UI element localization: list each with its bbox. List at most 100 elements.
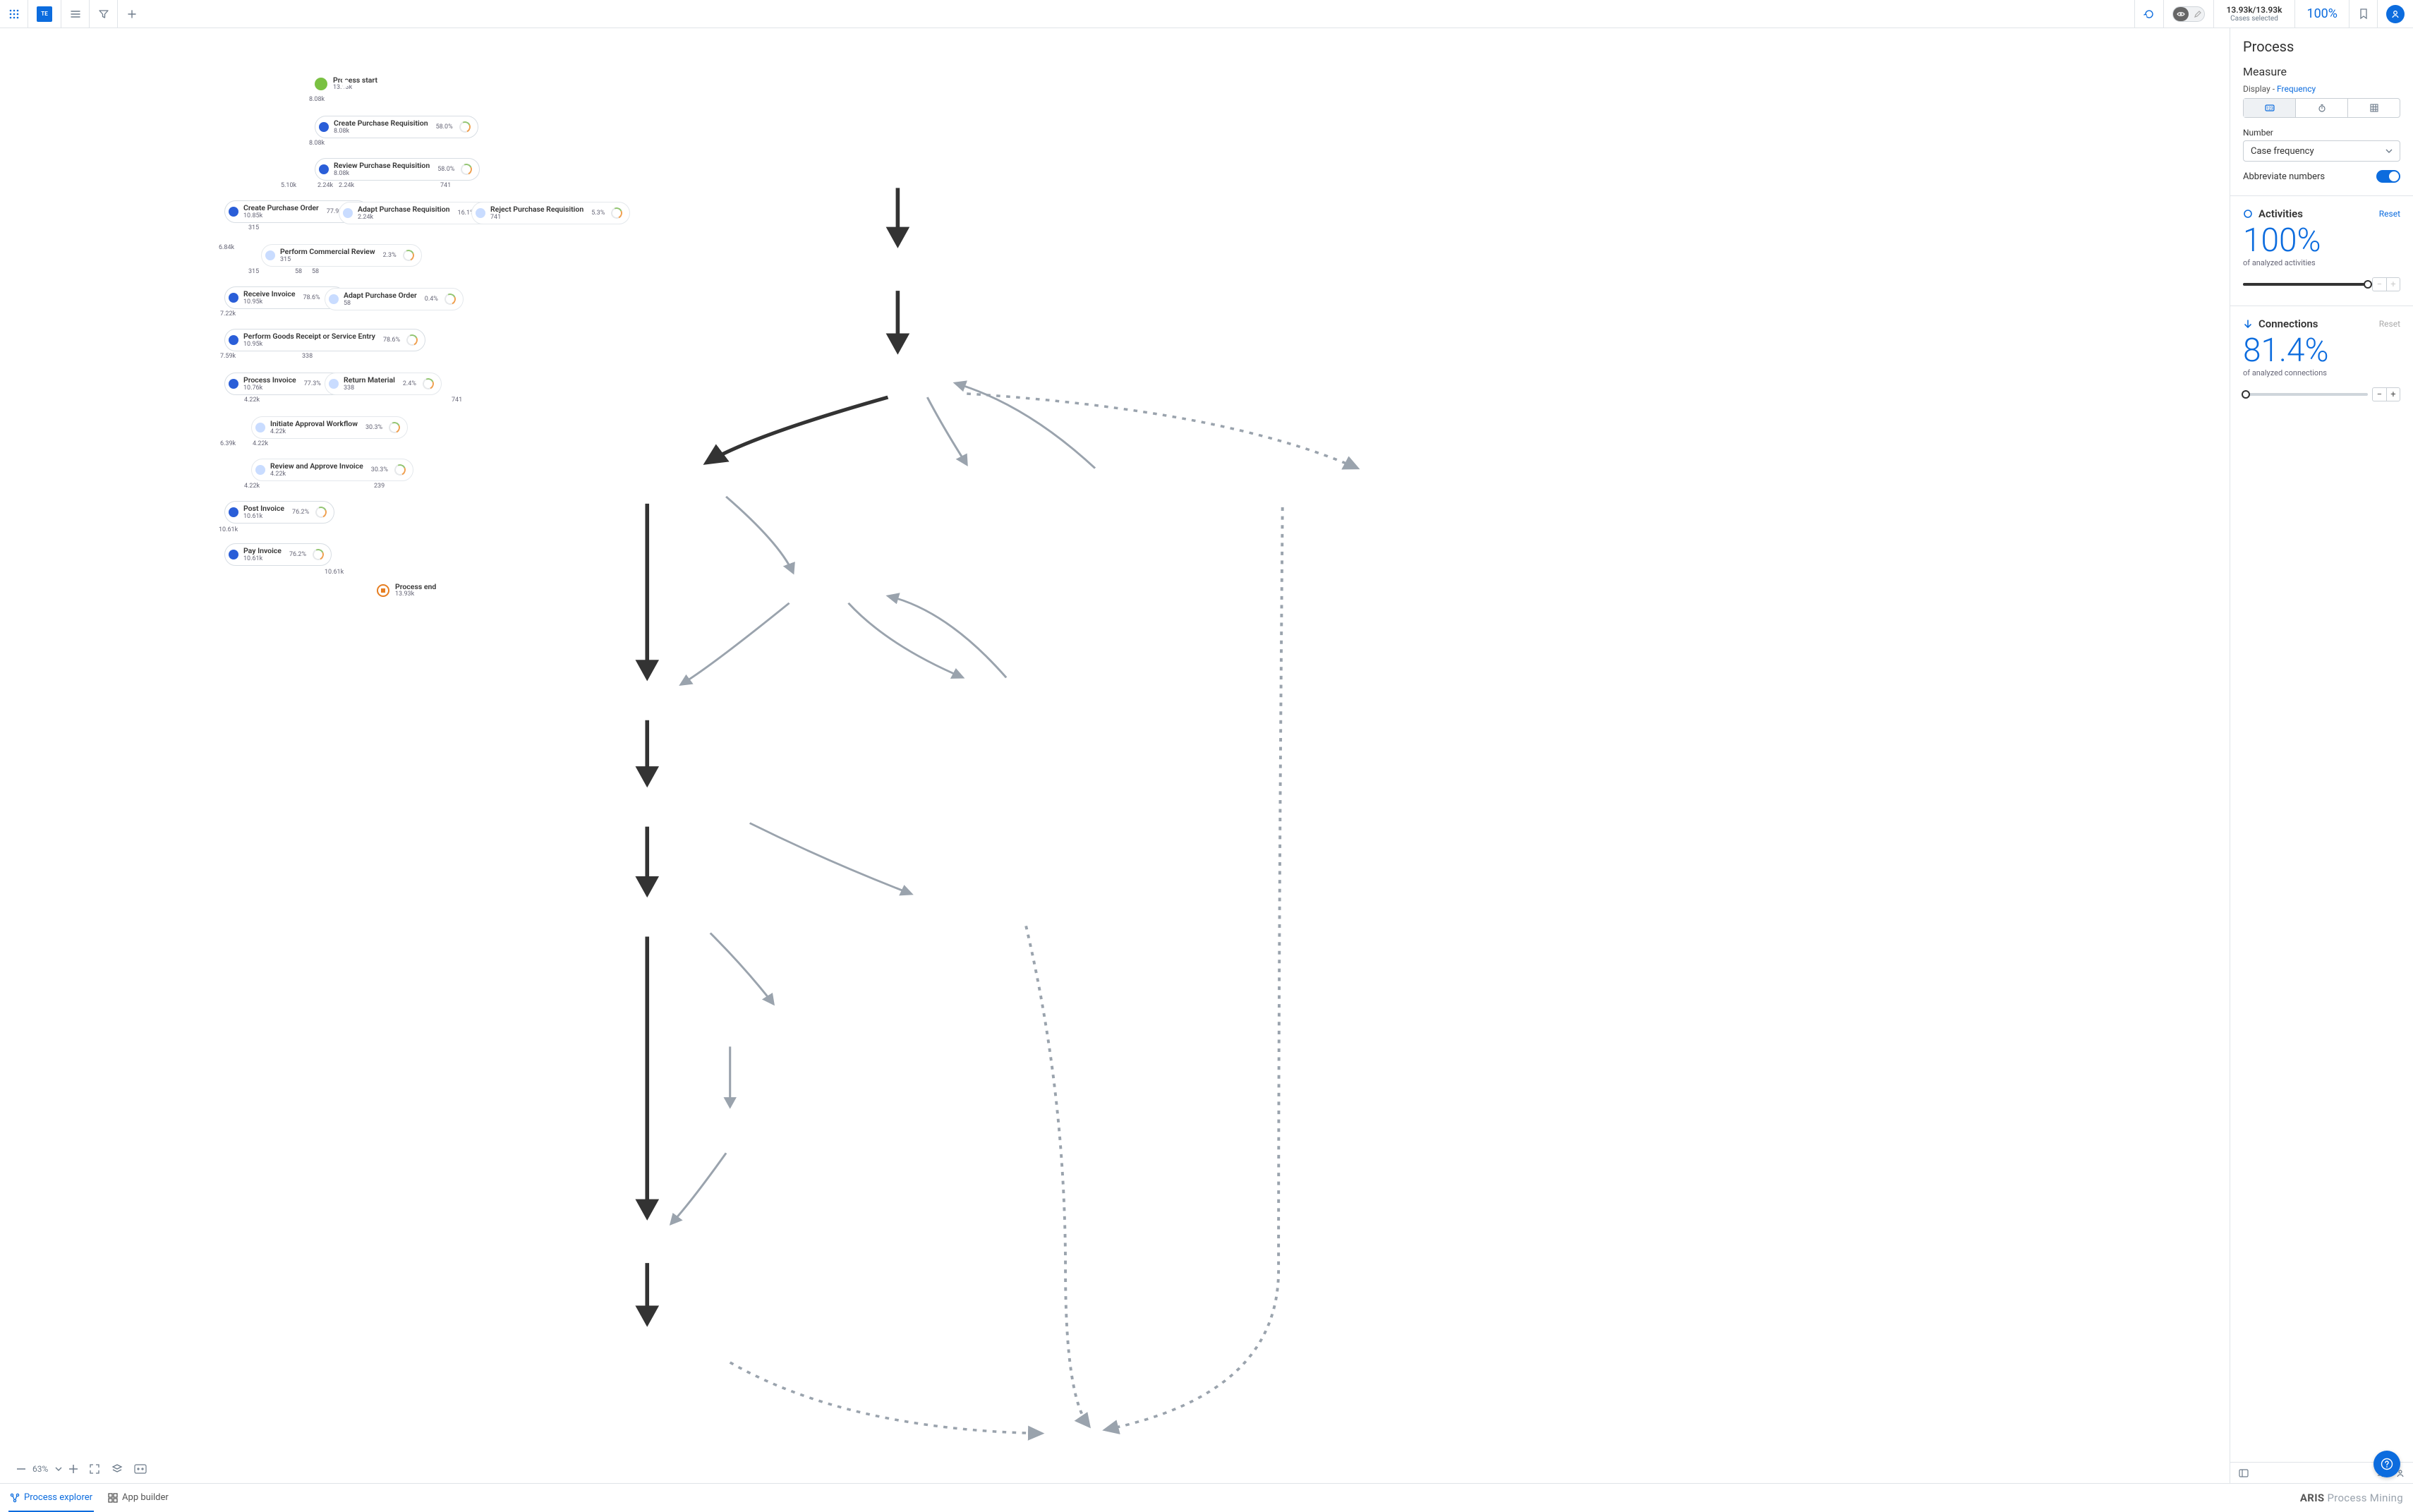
connections-slider[interactable] [2243,393,2368,396]
number-icon: 123 [2265,104,2275,111]
zoom-in-button[interactable] [69,1465,78,1473]
process-start-title: Process start [333,76,377,85]
help-fab[interactable] [2373,1451,2400,1477]
edge-label: 239 [374,483,385,490]
node-return-material[interactable]: Return Material3382.4% [325,373,442,395]
filter-icon [99,9,109,19]
measure-heading: Measure [2243,65,2400,78]
node-perf-comm[interactable]: Perform Commercial Review3152.3% [261,244,422,267]
number-select[interactable]: Case frequency [2243,140,2400,162]
seg-table[interactable] [2348,99,2400,117]
node-review-pr[interactable]: Review Purchase Requisition8.08k58.0% [315,158,480,181]
activities-slider[interactable] [2243,283,2368,286]
edge-label: 10.61k [325,569,344,576]
node-reject-pr[interactable]: Reject Purchase Requisition7415.3% [471,202,630,224]
connections-minus-button[interactable]: − [2372,387,2386,401]
tab-app-builder[interactable]: App builder [108,1484,169,1511]
tab-process-explorer[interactable]: Process explorer [10,1484,92,1511]
zoom-out-button[interactable] [17,1468,25,1470]
workspace-badge[interactable]: TE [28,0,61,28]
side-panel: Process Measure Display - Frequency 123 … [2230,28,2413,1483]
chevron-down-icon [2385,149,2393,153]
refresh-icon [2143,8,2155,20]
abbreviate-toggle[interactable] [2376,170,2400,183]
connections-reset-link[interactable]: Reset [2379,319,2400,329]
edge-label: 315 [248,224,259,231]
node-goods-receipt[interactable]: Perform Goods Receipt or Service Entry10… [224,329,425,351]
display-label-row: Display - Frequency [2243,84,2400,94]
plus-icon [128,10,136,18]
activities-plus-button[interactable]: + [2386,277,2400,291]
edge-label: 4.22k [244,397,260,404]
layers-button[interactable] [111,1463,123,1475]
abbreviate-label: Abbreviate numbers [2243,171,2325,182]
edge-label: 2.24k [339,182,354,189]
cases-selected-indicator: 13.93k/13.93k Cases selected [2213,0,2295,28]
grid-icon [9,9,19,19]
seg-frequency[interactable]: 123 [2244,99,2296,117]
svg-text:123: 123 [2266,107,2273,111]
circle-icon [2243,209,2253,219]
connections-plus-button[interactable]: + [2386,387,2400,401]
zoom-indicator: 100% [2294,0,2349,28]
edge-label: 741 [452,397,462,404]
edge-label: 338 [302,353,313,360]
menu-button[interactable] [61,0,90,28]
number-select-value: Case frequency [2251,146,2314,157]
edge-label: 8.08k [309,140,325,147]
stop-icon [377,584,389,597]
node-init-approval[interactable]: Initiate Approval Workflow4.22k30.3% [251,416,408,439]
process-canvas[interactable]: Process start 13.93k Process end 13.93k … [0,28,2230,1483]
node-create-pr[interactable]: Create Purchase Requisition8.08k58.0% [315,116,478,138]
number-label: Number [2243,128,2400,138]
edge-label: 4.22k [244,483,260,490]
fit-screen-button[interactable] [89,1463,100,1475]
user-avatar-button[interactable] [2377,0,2413,28]
edge-label: 10.61k [219,526,238,533]
refresh-button[interactable] [2134,0,2163,28]
activities-sub: of analyzed activities [2243,258,2400,267]
edge-label: 58 [295,268,302,275]
canvas-zoom-label: 63% [32,1464,48,1474]
panel-collapse-button[interactable] [2239,1469,2249,1477]
node-review-approve[interactable]: Review and Approve Invoice4.22k30.3% [251,459,413,481]
top-bar: TE 13.93k/13.93k Cases [0,0,2413,28]
activities-reset-link[interactable]: Reset [2379,209,2400,219]
user-avatar-icon [2386,5,2405,23]
workspace-badge-label: TE [37,6,52,22]
process-end-title: Process end [395,583,436,591]
menu-icon [71,10,80,18]
bottom-bar: Process explorer App builder ARIS Proces… [0,1483,2413,1511]
stopwatch-icon [2318,104,2326,112]
edge-label: 2.24k [318,182,333,189]
bookmark-icon [2359,8,2368,20]
activities-heading: Activities [2243,207,2303,220]
process-start-node[interactable]: Process start 13.93k [315,76,377,91]
activities-minus-button[interactable]: − [2372,277,2386,291]
cases-label: Cases selected [2230,15,2278,23]
filter-button[interactable] [90,0,118,28]
bookmark-button[interactable] [2349,0,2377,28]
zoom-dropdown-button[interactable] [55,1467,62,1471]
pencil-icon [2194,7,2201,20]
activities-value: 100% [2243,224,2400,257]
edge-label: 8.08k [309,96,325,103]
table-icon [2370,104,2378,112]
connections-sub: of analyzed connections [2243,368,2400,377]
node-adapt-po[interactable]: Adapt Purchase Order580.4% [325,288,464,310]
measure-segmented-control: 123 [2243,98,2400,118]
node-post-invoice[interactable]: Post Invoice10.61k76.2% [224,501,334,524]
process-start-sub: 13.93k [333,85,377,92]
node-pay-invoice[interactable]: Pay Invoice10.61k76.2% [224,543,332,566]
process-end-node[interactable]: Process end 13.93k [377,583,436,598]
add-button[interactable] [118,0,146,28]
app-launcher-button[interactable] [0,0,28,28]
connections-heading: Connections [2243,317,2318,330]
minimap-button[interactable] [134,1464,147,1474]
display-value-link[interactable]: Frequency [2277,84,2316,94]
edge-label: 5.10k [281,182,296,189]
connections-value: 81.4% [2243,334,2400,367]
view-mode-toggle[interactable] [2163,0,2213,28]
seg-time[interactable] [2296,99,2348,117]
edge-label: 4.22k [253,440,268,447]
